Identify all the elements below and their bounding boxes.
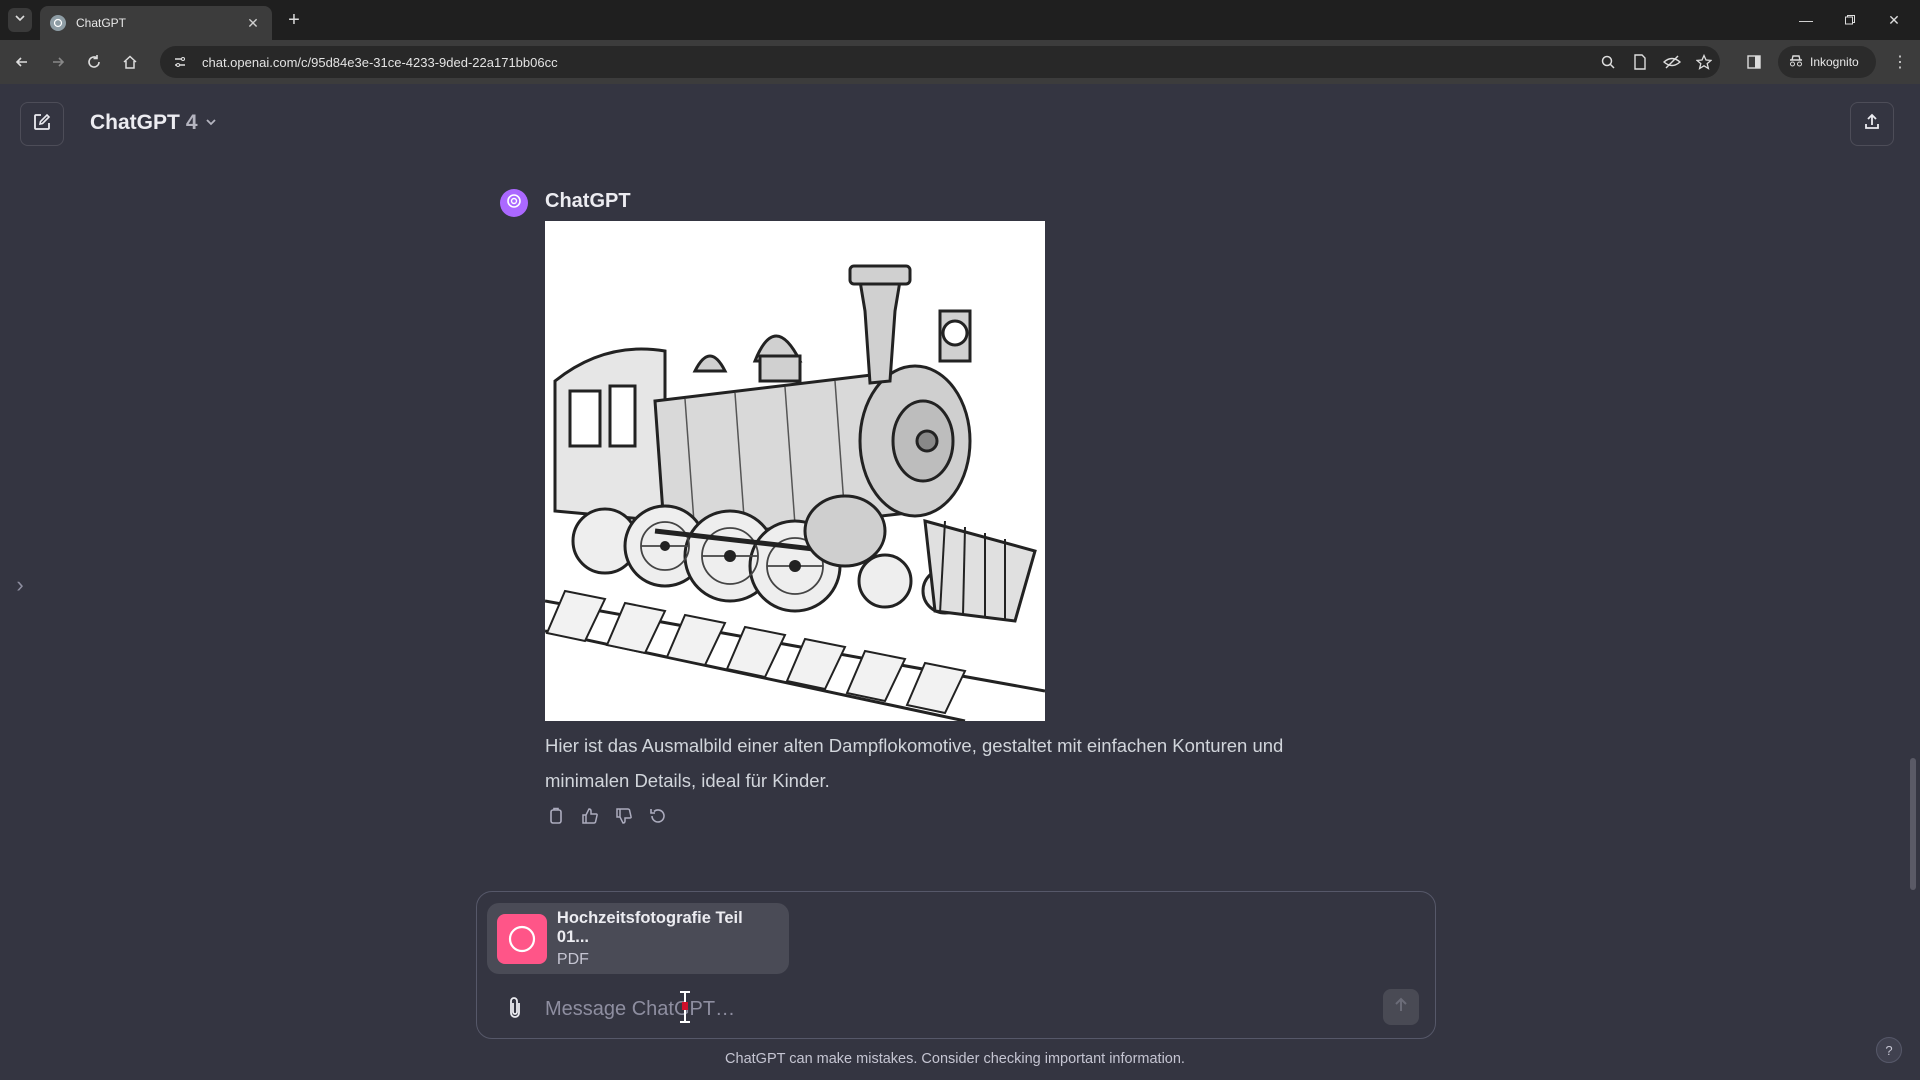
message-text: Hier ist das Ausmalbild einer alten Damp…: [545, 735, 1284, 791]
copy-icon[interactable]: [545, 805, 567, 827]
attachment-name: Hochzeitsfotografie Teil 01...: [556, 908, 743, 946]
locomotive-illustration: [545, 221, 1045, 721]
tab-search-button[interactable]: [8, 8, 32, 32]
browser-tab-chatgpt[interactable]: ChatGPT ✕: [40, 6, 272, 40]
chatgpt-avatar: [500, 189, 528, 217]
share-icon: [1862, 112, 1882, 137]
browser-menu-icon[interactable]: ⋮: [1888, 50, 1912, 74]
pdf-file-icon: [497, 913, 547, 964]
thumbs-up-icon[interactable]: [579, 805, 601, 827]
url-text: chat.openai.com/c/95d84e3e-31ce-4233-9de…: [202, 54, 558, 70]
side-panel-icon[interactable]: [1742, 46, 1766, 78]
message-input[interactable]: [545, 994, 1325, 1024]
incognito-icon: [1788, 54, 1804, 71]
scrollbar-thumb[interactable]: [1910, 758, 1916, 890]
browser-toolbar: chat.openai.com/c/95d84e3e-31ce-4233-9de…: [0, 40, 1920, 84]
eye-off-icon[interactable]: [1660, 46, 1684, 78]
close-window-icon[interactable]: ✕: [1880, 8, 1908, 32]
zoom-icon[interactable]: [1596, 46, 1620, 78]
disclaimer-text: ChatGPT can make mistakes. Consider chec…: [725, 1051, 1185, 1067]
chatgpt-favicon-icon: [50, 15, 66, 31]
message-composer: Hochzeitsfotografie Teil 01... PDF: [476, 891, 1436, 1039]
paperclip-icon[interactable]: [501, 992, 529, 1024]
send-button[interactable]: [1383, 989, 1419, 1025]
thumbs-down-icon[interactable]: [613, 805, 635, 827]
tab-title: ChatGPT: [76, 16, 127, 30]
browser-tabbar: ChatGPT ✕ + — ✕: [0, 0, 1920, 40]
model-version: 4: [185, 111, 198, 134]
forward-icon[interactable]: [46, 50, 70, 74]
edit-icon: [32, 112, 52, 137]
home-icon[interactable]: [118, 50, 142, 74]
minimize-icon[interactable]: —: [1792, 8, 1820, 32]
site-settings-icon[interactable]: [170, 52, 190, 72]
openai-logo-icon: [505, 192, 523, 215]
arrow-up-icon: [1392, 996, 1410, 1019]
restore-icon[interactable]: [1836, 8, 1864, 32]
tab-close-icon[interactable]: ✕: [244, 15, 262, 32]
bookmark-star-icon[interactable]: [1692, 46, 1716, 78]
generated-image[interactable]: [545, 221, 1045, 721]
message-actions: [545, 805, 669, 827]
reload-icon[interactable]: [82, 50, 106, 74]
chevron-down-icon: [14, 11, 26, 29]
new-tab-button[interactable]: +: [282, 8, 306, 32]
help-button[interactable]: ?: [1876, 1037, 1902, 1063]
back-icon[interactable]: [10, 50, 34, 74]
regenerate-icon[interactable]: [647, 805, 669, 827]
message-author: ChatGPT: [545, 190, 631, 212]
model-name: ChatGPT: [90, 111, 180, 134]
incognito-badge[interactable]: Inkognito: [1778, 46, 1876, 78]
address-bar[interactable]: chat.openai.com/c/95d84e3e-31ce-4233-9de…: [160, 46, 1720, 78]
attached-file[interactable]: Hochzeitsfotografie Teil 01... PDF: [487, 903, 789, 974]
text-cursor-icon: [678, 990, 692, 1024]
share-button[interactable]: [1850, 102, 1894, 146]
sidebar-toggle-icon[interactable]: ›: [12, 570, 28, 600]
model-selector[interactable]: ChatGPT 4: [90, 108, 218, 138]
new-chat-button[interactable]: [20, 102, 64, 146]
attachment-type: PDF: [556, 950, 589, 968]
page-icon[interactable]: [1628, 46, 1652, 78]
chevron-down-icon: [204, 111, 218, 135]
attachment-info: Hochzeitsfotografie Teil 01... PDF: [557, 909, 779, 969]
incognito-label: Inkognito: [1810, 55, 1859, 69]
